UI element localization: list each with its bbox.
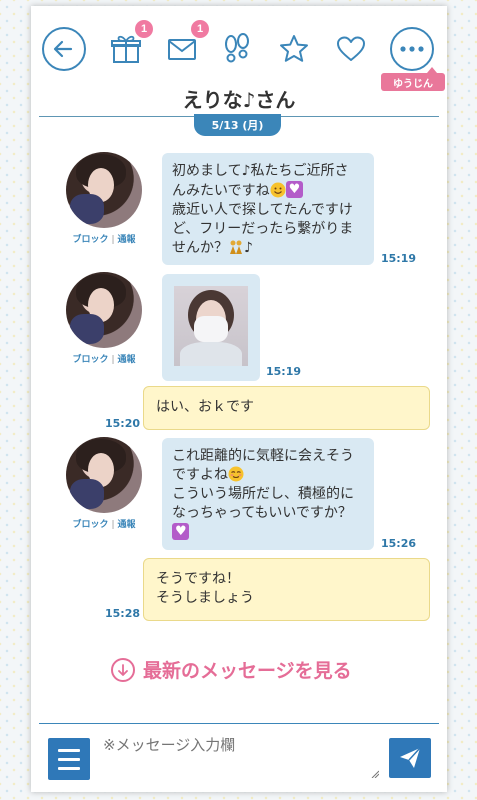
message-time: 15:19 [266,365,302,378]
block-link[interactable]: ブロック [72,235,108,245]
latest-messages-link[interactable]: 最新のメッセージを見る [111,656,352,683]
latest-messages-label: 最新のメッセージを見る [143,660,352,682]
arrow-left-circle-icon [42,27,86,71]
message-time: 15:20 [105,417,141,430]
avatar-actions: ブロック | 通報 [72,520,136,530]
smile-emoji-icon [270,182,286,198]
message-time: 15:26 [381,537,417,550]
report-link[interactable]: 通報 [118,355,136,365]
block-link[interactable]: ブロック [72,355,108,365]
message-time: 15:19 [381,252,417,265]
chat-panel: 1 1 ゆうじん えりな♪さん 5/13 (月) ブロック | 通報 初めまして… [31,6,447,792]
arrow-down-circle-icon [111,657,135,682]
message-bubble-outgoing: はい、おｋです [143,386,430,430]
mail-button[interactable]: 1 [159,20,209,72]
avatar[interactable] [66,437,142,513]
relieved-emoji-icon [228,466,244,482]
star-icon [280,35,308,62]
send-button[interactable] [389,738,431,778]
mail-notification-badge: 1 [191,20,209,38]
composer-divider [39,723,439,724]
heart-emoji-icon [285,180,303,199]
avatar[interactable] [66,152,142,228]
heart-icon [337,36,365,61]
more-dots-icon [390,27,434,71]
message-time: 15:28 [105,607,141,620]
report-link[interactable]: 通報 [118,520,136,530]
menu-button[interactable] [48,738,90,780]
mail-icon [168,39,196,60]
footprints-icon [225,33,249,63]
gift-icon [111,35,141,63]
message-bubble-incoming: 初めまして♪私たちご近所さ んみたいですね 歳近い人で探してたんですけ ど、フリ… [162,153,374,265]
message-bubble-outgoing: そうですね！ そうしましょう [143,558,430,621]
message-input[interactable] [97,730,381,780]
hamburger-icon [58,748,80,752]
more-button[interactable] [389,26,435,72]
message-bubble-incoming: これ距離的に気軽に会えそう ですよね こういう場所だし、積極的に なっちゃっても… [162,438,374,550]
resize-grip-icon[interactable] [371,770,379,778]
block-link[interactable]: ブロック [72,520,108,530]
avatar-actions: ブロック | 通報 [72,355,136,365]
footprints-button[interactable] [214,26,260,72]
report-link[interactable]: 通報 [118,235,136,245]
avatar-actions: ブロック | 通報 [72,235,136,245]
gift-button[interactable]: 1 [103,20,153,72]
shared-photo[interactable] [174,286,248,366]
avatar[interactable] [66,272,142,348]
heart-emoji-icon [172,522,189,541]
like-button[interactable] [328,26,374,72]
back-button[interactable] [41,26,87,72]
paper-plane-icon [400,747,421,768]
favorite-button[interactable] [271,26,317,72]
dancers-emoji-icon [230,240,242,254]
date-label: 5/13 (月) [194,114,281,136]
page-title: えりな♪さん [182,88,296,112]
gift-notification-badge: 1 [135,20,153,38]
message-bubble-image [162,274,260,381]
